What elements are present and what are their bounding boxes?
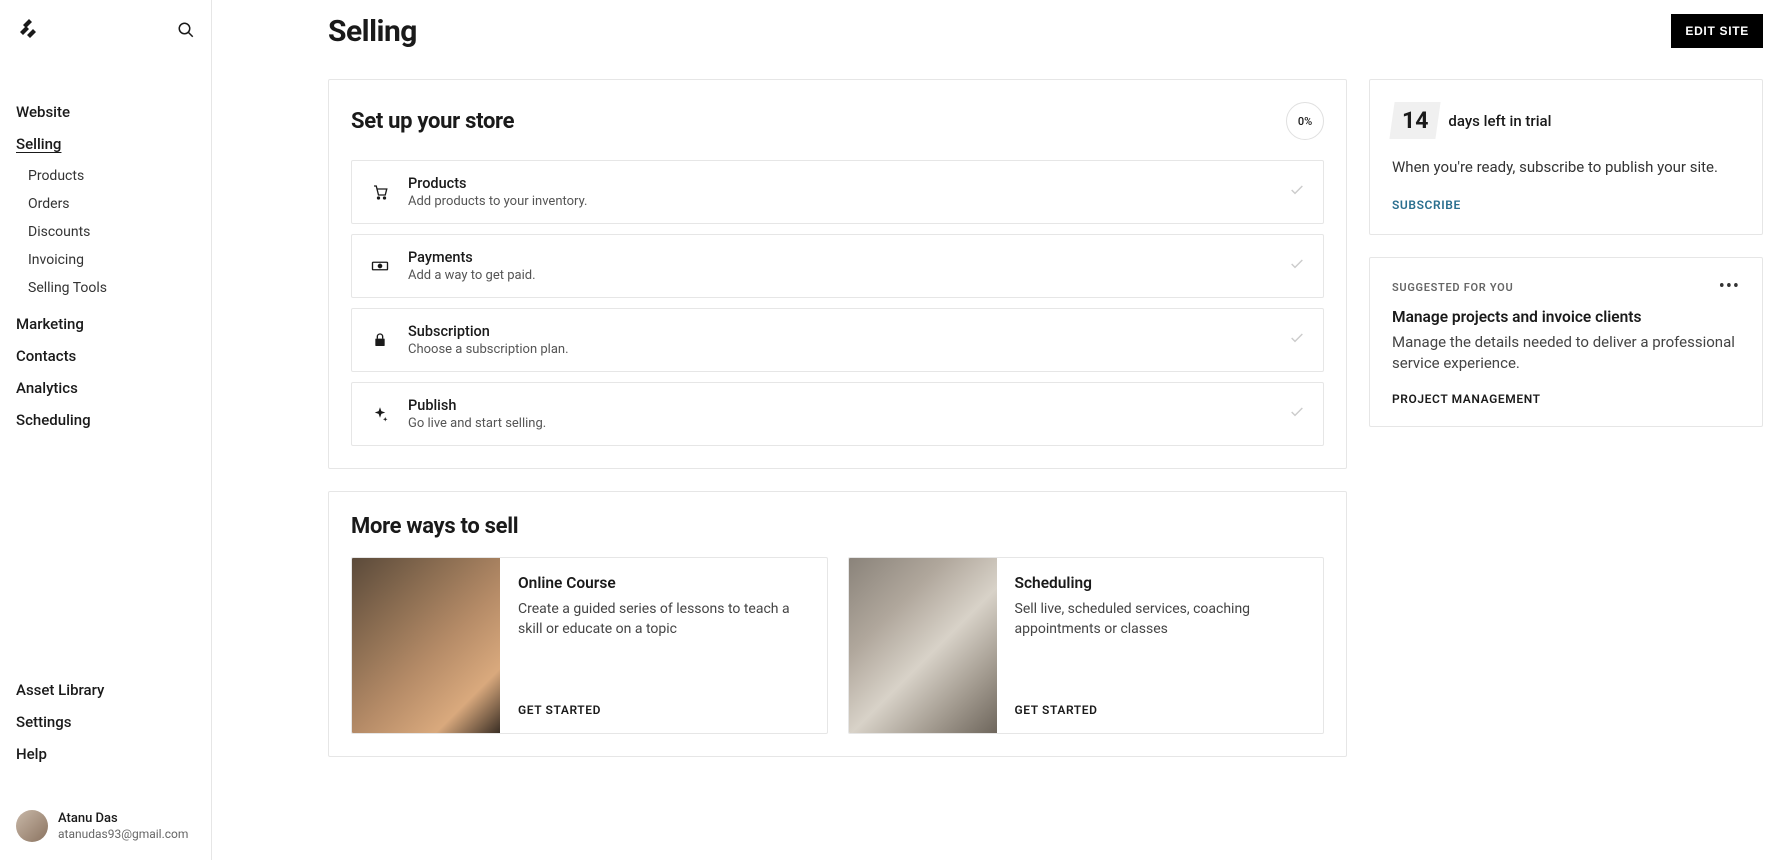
- logo[interactable]: [16, 18, 40, 42]
- card-title: Online Course: [518, 574, 809, 592]
- step-title: Products: [408, 175, 1271, 192]
- sidebar-top: [0, 18, 211, 42]
- trial-desc: When you're ready, subscribe to publish …: [1392, 157, 1740, 178]
- setup-header: Set up your store 0%: [351, 102, 1324, 140]
- check-icon: [1289, 330, 1305, 350]
- nav-item-analytics[interactable]: Analytics: [16, 372, 195, 404]
- card-image: [849, 558, 997, 733]
- selling-subnav: Products Orders Discounts Invoicing Sell…: [16, 162, 195, 302]
- subnav-item-discounts[interactable]: Discounts: [28, 218, 195, 246]
- nav-item-selling[interactable]: Selling: [16, 128, 195, 160]
- nav-item-contacts[interactable]: Contacts: [16, 340, 195, 372]
- suggested-label: SUGGESTED FOR YOU: [1392, 281, 1513, 294]
- setup-step-products[interactable]: Products Add products to your inventory.: [351, 160, 1324, 224]
- suggested-header: SUGGESTED FOR YOU •••: [1392, 278, 1740, 296]
- suggested-cta[interactable]: PROJECT MANAGEMENT: [1392, 392, 1740, 406]
- subnav-item-orders[interactable]: Orders: [28, 190, 195, 218]
- suggested-panel: SUGGESTED FOR YOU ••• Manage projects an…: [1369, 257, 1763, 427]
- sparkle-icon: [370, 405, 390, 423]
- check-icon: [1289, 256, 1305, 276]
- card-desc: Create a guided series of lessons to tea…: [518, 599, 809, 689]
- step-body: Payments Add a way to get paid.: [408, 249, 1271, 283]
- nav-item-settings[interactable]: Settings: [16, 706, 195, 738]
- user-info: Atanu Das atanudas93@gmail.com: [58, 811, 188, 841]
- sidebar: Website Selling Products Orders Discount…: [0, 0, 212, 860]
- trial-panel: 14 days left in trial When you're ready,…: [1369, 79, 1763, 235]
- trial-days: 14: [1402, 107, 1428, 134]
- page-title: Selling: [328, 14, 417, 49]
- subscribe-link[interactable]: SUBSCRIBE: [1392, 198, 1740, 212]
- setup-title: Set up your store: [351, 109, 514, 134]
- column-left: Set up your store 0% Products Add produc…: [328, 79, 1347, 757]
- user-email: atanudas93@gmail.com: [58, 827, 188, 841]
- card-cta[interactable]: GET STARTED: [518, 703, 809, 717]
- nav-item-website[interactable]: Website: [16, 96, 195, 128]
- primary-nav: Website Selling Products Orders Discount…: [0, 96, 211, 674]
- avatar: [16, 810, 48, 842]
- more-card-scheduling[interactable]: Scheduling Sell live, scheduled services…: [848, 557, 1325, 734]
- nav-item-asset-library[interactable]: Asset Library: [16, 674, 195, 706]
- setup-store-panel: Set up your store 0% Products Add produc…: [328, 79, 1347, 469]
- subnav-item-invoicing[interactable]: Invoicing: [28, 246, 195, 274]
- nav-item-scheduling[interactable]: Scheduling: [16, 404, 195, 436]
- card-image: [352, 558, 500, 733]
- step-desc: Go live and start selling.: [408, 416, 1271, 431]
- step-desc: Add products to your inventory.: [408, 194, 1271, 209]
- user-name: Atanu Das: [58, 811, 188, 827]
- cash-icon: [370, 257, 390, 275]
- subnav-item-selling-tools[interactable]: Selling Tools: [28, 274, 195, 302]
- setup-progress: 0%: [1286, 102, 1324, 140]
- suggested-title: Manage projects and invoice clients: [1392, 308, 1740, 326]
- card-body: Scheduling Sell live, scheduled services…: [997, 558, 1324, 733]
- card-desc: Sell live, scheduled services, coaching …: [1015, 599, 1306, 689]
- check-icon: [1289, 182, 1305, 202]
- card-cta[interactable]: GET STARTED: [1015, 703, 1306, 717]
- card-body: Online Course Create a guided series of …: [500, 558, 827, 733]
- setup-step-publish[interactable]: Publish Go live and start selling.: [351, 382, 1324, 446]
- step-title: Publish: [408, 397, 1271, 414]
- column-right: 14 days left in trial When you're ready,…: [1369, 79, 1763, 757]
- lock-icon: [370, 332, 390, 348]
- more-options-icon[interactable]: •••: [1719, 278, 1740, 296]
- step-body: Publish Go live and start selling.: [408, 397, 1271, 431]
- step-body: Subscription Choose a subscription plan.: [408, 323, 1271, 357]
- sidebar-bottom: Asset Library Settings Help Atanu Das at…: [0, 674, 211, 842]
- setup-step-payments[interactable]: Payments Add a way to get paid.: [351, 234, 1324, 298]
- card-title: Scheduling: [1015, 574, 1306, 592]
- nav-item-help[interactable]: Help: [16, 738, 195, 770]
- step-body: Products Add products to your inventory.: [408, 175, 1271, 209]
- setup-step-list: Products Add products to your inventory.: [351, 160, 1324, 446]
- more-card-online-course[interactable]: Online Course Create a guided series of …: [351, 557, 828, 734]
- step-desc: Choose a subscription plan.: [408, 342, 1271, 357]
- edit-site-button[interactable]: EDIT SITE: [1671, 14, 1763, 48]
- setup-step-subscription[interactable]: Subscription Choose a subscription plan.: [351, 308, 1324, 372]
- cart-icon: [370, 183, 390, 201]
- trial-top: 14 days left in trial: [1392, 102, 1740, 139]
- nav-item-marketing[interactable]: Marketing: [16, 308, 195, 340]
- more-ways-panel: More ways to sell Online Course Create a…: [328, 491, 1347, 757]
- main-header: Selling EDIT SITE: [212, 0, 1785, 63]
- subnav-item-products[interactable]: Products: [28, 162, 195, 190]
- user-account[interactable]: Atanu Das atanudas93@gmail.com: [16, 810, 195, 842]
- check-icon: [1289, 404, 1305, 424]
- more-ways-title: More ways to sell: [351, 514, 1324, 539]
- step-title: Subscription: [408, 323, 1271, 340]
- trial-label: days left in trial: [1448, 112, 1551, 130]
- trial-days-badge: 14: [1389, 102, 1441, 139]
- step-title: Payments: [408, 249, 1271, 266]
- more-ways-cards: Online Course Create a guided series of …: [351, 557, 1324, 734]
- content-area: Set up your store 0% Products Add produc…: [212, 63, 1785, 757]
- main: Selling EDIT SITE Set up your store 0% P…: [212, 0, 1785, 860]
- search-button[interactable]: [177, 21, 195, 39]
- step-desc: Add a way to get paid.: [408, 268, 1271, 283]
- suggested-desc: Manage the details needed to deliver a p…: [1392, 332, 1740, 374]
